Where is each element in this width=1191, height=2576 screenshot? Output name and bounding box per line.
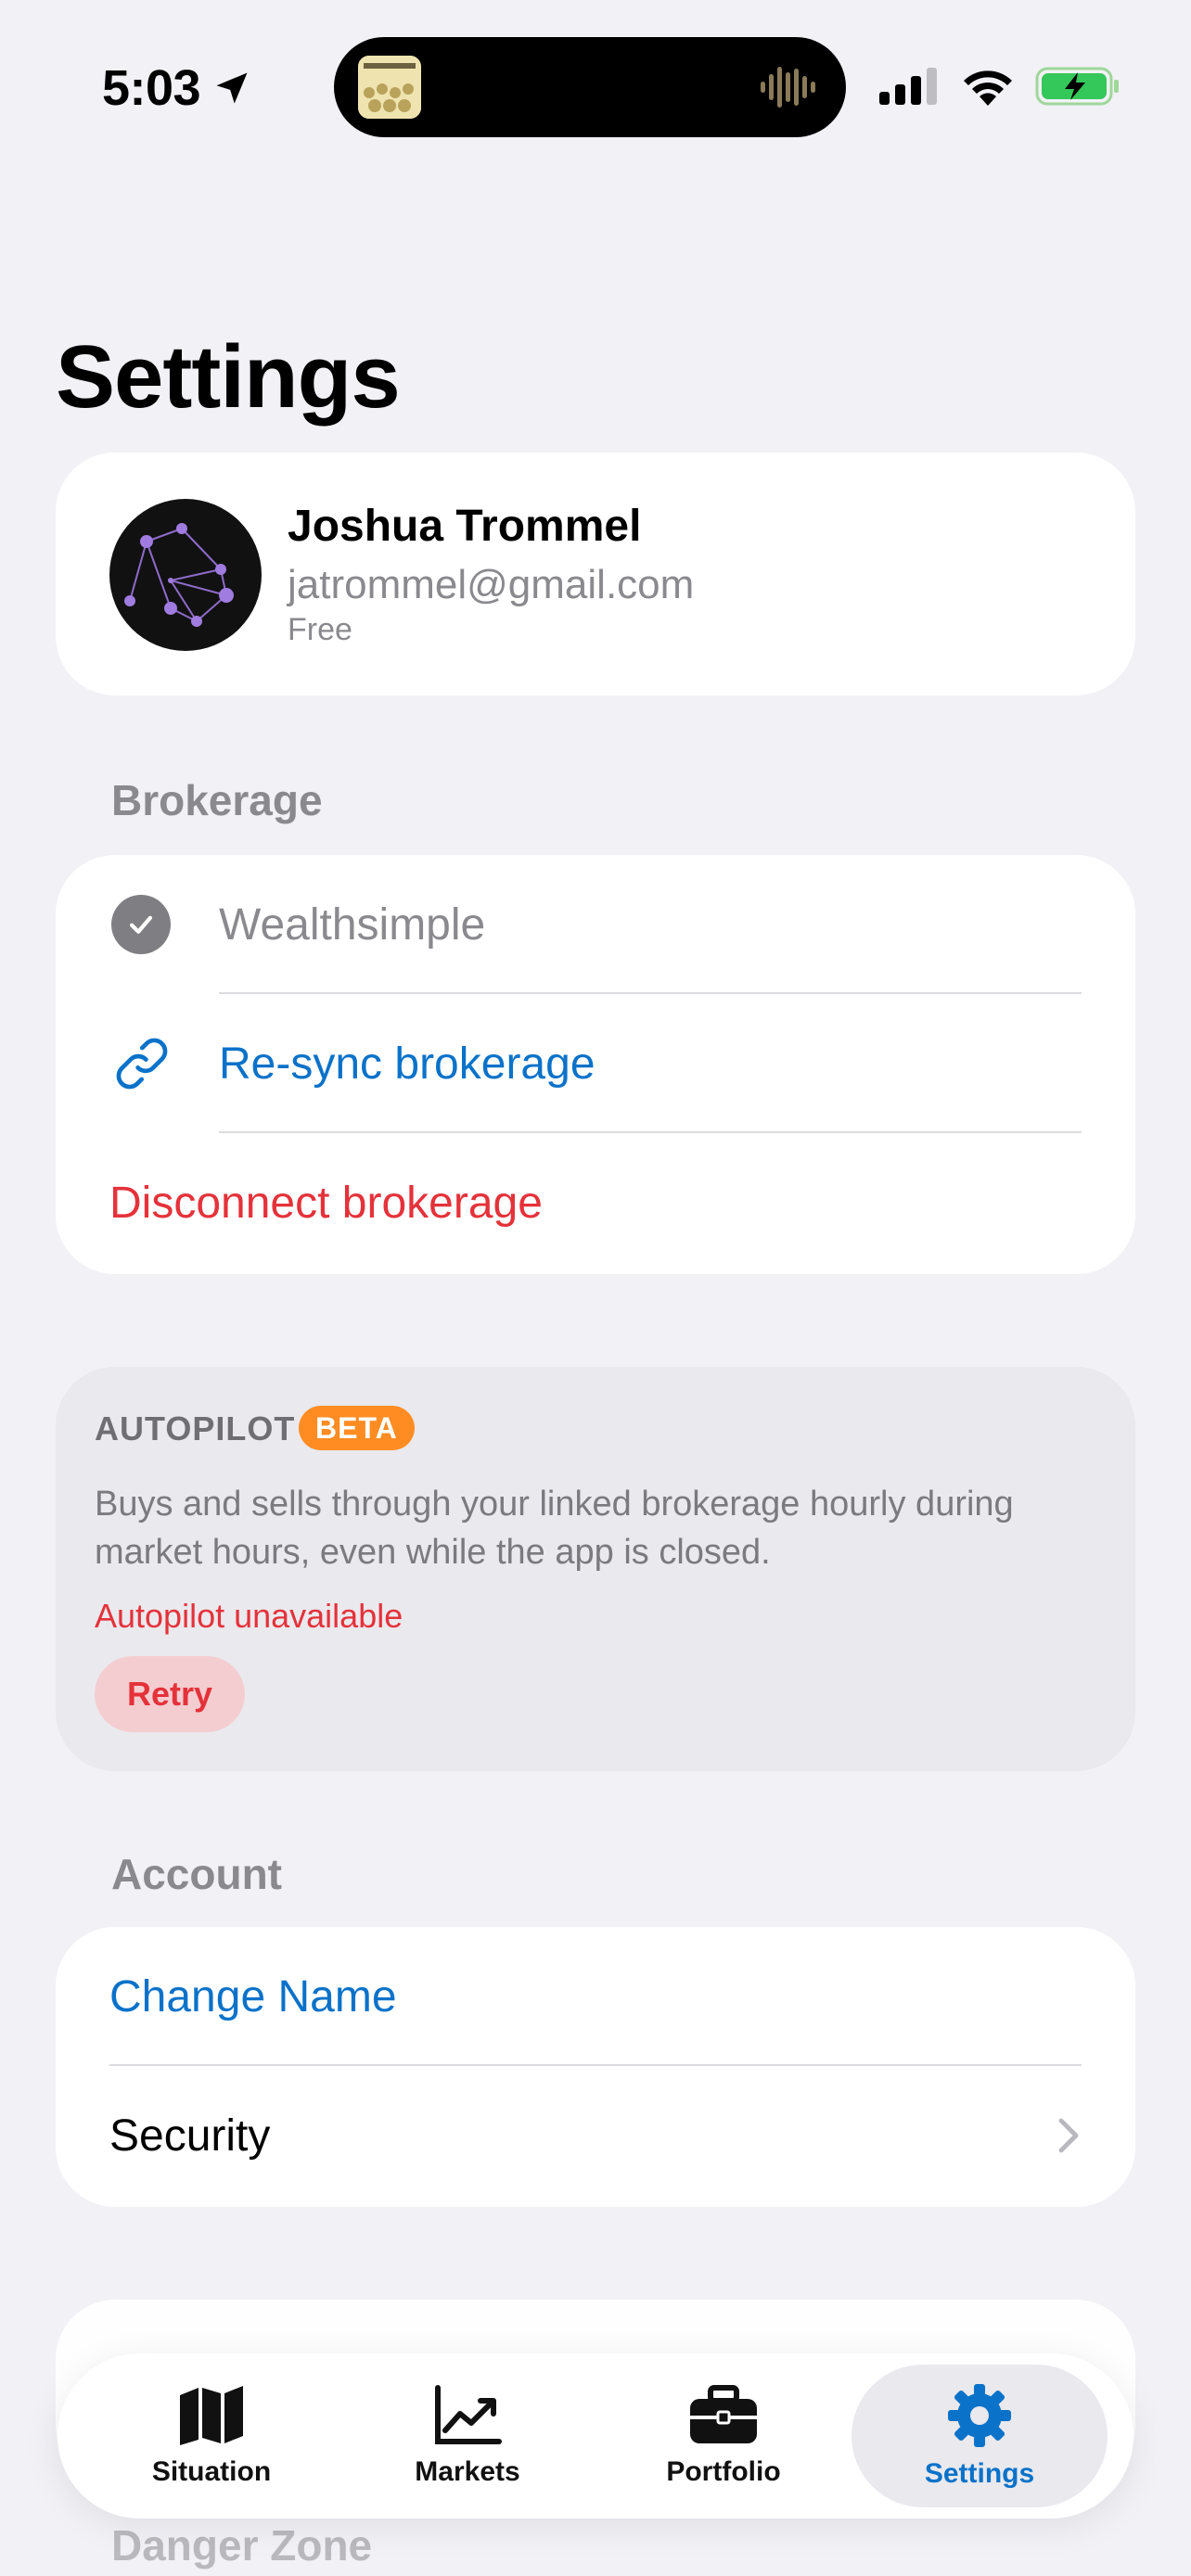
account-card: Change Name Security xyxy=(56,1927,1135,2207)
disconnect-brokerage-row[interactable]: Disconnect brokerage xyxy=(56,1133,1135,1272)
brokerage-section-header: Brokerage xyxy=(111,776,323,824)
resync-brokerage-row[interactable]: Re-sync brokerage xyxy=(56,994,1135,1133)
brokerage-name: Wealthsimple xyxy=(219,899,486,950)
profile-name: Joshua Trommel xyxy=(288,502,642,551)
location-arrow-icon xyxy=(216,72,248,104)
autopilot-error: Autopilot unavailable xyxy=(95,1597,403,1635)
tab-label: Markets xyxy=(415,2456,520,2487)
dynamic-island[interactable] xyxy=(334,37,846,137)
status-indicators xyxy=(879,67,1121,106)
settings-screen: 5:03 Settings Joshua Trommel jatrommel@g… xyxy=(0,0,1191,2576)
security-row[interactable]: Security xyxy=(56,2066,1135,2205)
brokerage-card: Wealthsimple Re-sync brokerage Disconnec… xyxy=(56,855,1135,1274)
avatar[interactable] xyxy=(109,499,262,651)
page-title: Settings xyxy=(56,327,401,427)
beta-badge: BETA xyxy=(299,1406,415,1450)
link-icon xyxy=(116,1038,168,1090)
chart-line-icon xyxy=(435,2385,502,2444)
audio-waveform-icon xyxy=(761,67,815,108)
tab-bar: Situation Markets Portfolio Settings xyxy=(58,2353,1133,2519)
account-section-header: Account xyxy=(111,1850,282,1898)
profile-plan: Free xyxy=(288,612,352,647)
tab-markets[interactable]: Markets xyxy=(339,2365,596,2507)
change-name-button[interactable]: Change Name xyxy=(109,1971,397,2022)
danger-zone-section-header: Danger Zone xyxy=(111,2521,373,2570)
disconnect-brokerage-button[interactable]: Disconnect brokerage xyxy=(109,1178,543,1229)
tab-portfolio[interactable]: Portfolio xyxy=(596,2365,852,2507)
now-playing-artwork xyxy=(358,56,421,119)
cellular-signal-icon xyxy=(879,68,937,105)
change-name-row[interactable]: Change Name xyxy=(56,1927,1135,2066)
tab-label: Situation xyxy=(151,2456,272,2487)
wifi-icon xyxy=(964,70,1012,106)
security-label: Security xyxy=(109,2111,271,2161)
resync-brokerage-button[interactable]: Re-sync brokerage xyxy=(219,1039,596,1090)
status-time-text: 5:03 xyxy=(102,60,201,116)
gear-icon xyxy=(948,2384,1011,2447)
chevron-right-icon xyxy=(1058,2118,1079,2153)
retry-button[interactable]: Retry xyxy=(95,1656,245,1732)
battery-charging-icon xyxy=(1035,67,1119,106)
profile-card[interactable]: Joshua Trommel jatrommel@gmail.com Free xyxy=(56,453,1135,695)
autopilot-card: AUTOPILOT BETA Buys and sells through yo… xyxy=(56,1367,1135,1771)
tab-label: Settings xyxy=(924,2458,1035,2489)
tab-label: Portfolio xyxy=(666,2456,781,2487)
autopilot-title: AUTOPILOT xyxy=(95,1409,296,1447)
profile-email: jatrommel@gmail.com xyxy=(288,562,695,607)
tab-situation[interactable]: Situation xyxy=(83,2365,339,2507)
tab-settings[interactable]: Settings xyxy=(852,2365,1108,2507)
map-icon xyxy=(180,2386,243,2445)
brokerage-connected-row: Wealthsimple xyxy=(56,855,1135,994)
briefcase-icon xyxy=(690,2385,757,2443)
status-time: 5:03 xyxy=(102,59,252,117)
checkmark-icon xyxy=(111,895,171,954)
autopilot-description: Buys and sells through your linked broke… xyxy=(95,1485,1014,1572)
